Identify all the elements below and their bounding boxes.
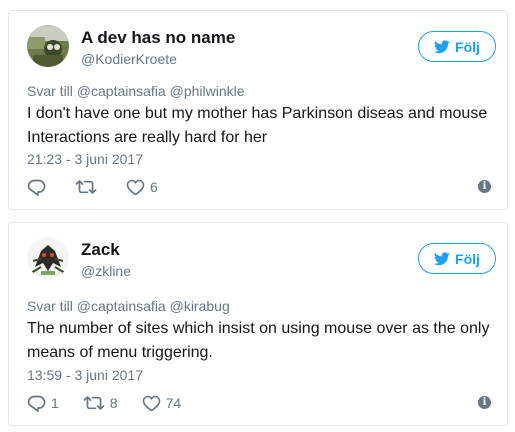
follow-label: Följ <box>455 38 480 55</box>
tweet-actions: 6 i <box>27 177 491 197</box>
like-count: 6 <box>150 179 158 195</box>
timestamp[interactable]: 13:59 - 3 juni 2017 <box>27 367 143 383</box>
like-button[interactable]: 6 <box>126 179 158 196</box>
timestamp[interactable]: 21:23 - 3 juni 2017 <box>27 151 143 167</box>
heart-icon <box>142 395 160 411</box>
retweet-button[interactable]: 8 <box>83 395 118 411</box>
tweet-card: A dev has no name @KodierKroete Följ Sva… <box>8 10 508 210</box>
twitter-bird-icon <box>434 39 450 53</box>
tweet-card: Zack @zkline Följ Svar till @captainsafi… <box>8 222 508 426</box>
retweet-button[interactable] <box>75 179 102 195</box>
reply-to-text: Svar till @captainsafia @kirabug <box>27 298 230 314</box>
reply-count: 1 <box>51 395 59 411</box>
follow-label: Följ <box>455 250 480 267</box>
like-count: 74 <box>165 395 182 411</box>
avatar[interactable] <box>27 237 69 279</box>
reply-icon <box>27 179 46 196</box>
retweet-count: 8 <box>109 395 118 411</box>
retweet-icon <box>83 396 105 410</box>
heart-icon <box>126 179 145 195</box>
tweet-actions: 1 8 74 i <box>27 393 491 413</box>
display-name[interactable]: Zack <box>81 240 120 260</box>
reply-icon <box>27 395 46 412</box>
user-handle[interactable]: @KodierKroete <box>81 51 177 67</box>
reply-button[interactable] <box>27 179 51 196</box>
avatar[interactable] <box>27 25 69 67</box>
info-icon[interactable]: i <box>478 396 491 409</box>
follow-button[interactable]: Följ <box>418 243 496 274</box>
retweet-icon <box>75 180 97 194</box>
user-handle[interactable]: @zkline <box>81 263 131 279</box>
follow-button[interactable]: Följ <box>418 31 496 62</box>
info-icon[interactable]: i <box>478 180 491 193</box>
tweet-text: I don't have one but my mother has Parki… <box>27 105 488 146</box>
like-button[interactable]: 74 <box>142 395 182 412</box>
display-name[interactable]: A dev has no name <box>81 28 235 48</box>
twitter-bird-icon <box>434 251 450 265</box>
reply-to-text: Svar till @captainsafia @philwinkle <box>27 83 245 99</box>
reply-button[interactable]: 1 <box>27 395 59 412</box>
tweet-text: The number of sites which insist on usin… <box>27 320 490 361</box>
